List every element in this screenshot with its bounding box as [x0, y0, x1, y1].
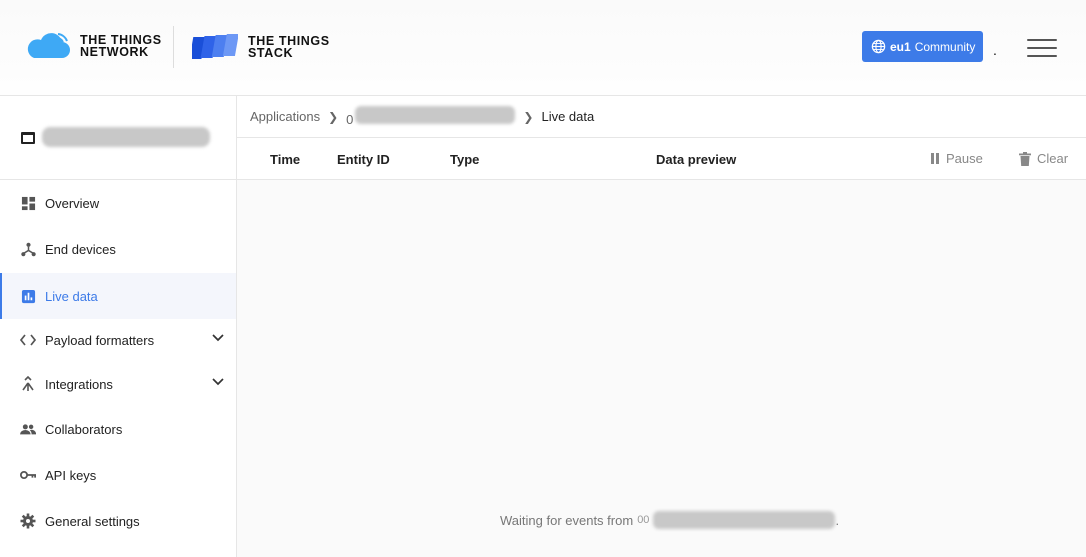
sidebar-item-integrations[interactable]: Integrations: [0, 361, 236, 407]
clear-button[interactable]: Clear: [1019, 151, 1068, 166]
cloud-icon: [27, 33, 70, 58]
sidebar-item-label: API keys: [45, 467, 97, 483]
header-dot: .: [993, 42, 997, 58]
breadcrumb-app-prefix: 0: [346, 112, 354, 127]
chevron-right-icon: ❯: [328, 109, 339, 124]
sidebar-item-general-settings[interactable]: General settings: [0, 498, 236, 544]
waiting-text: Waiting for events from: [500, 512, 634, 528]
clear-label: Clear: [1037, 151, 1069, 166]
merge-icon: [20, 376, 36, 392]
waiting-suffix: .: [835, 512, 840, 528]
sidebar-item-label: General settings: [45, 513, 140, 529]
code-icon: [20, 332, 36, 348]
breadcrumb-applications[interactable]: Applications: [250, 109, 320, 124]
breadcrumb-current: Live data: [541, 109, 595, 124]
sidebar-item-collaborators[interactable]: Collaborators: [0, 406, 236, 452]
stack-logo-line2: STACK: [248, 46, 294, 60]
main-content: Applications ❯ 0 ❯ Live data Time Entity…: [237, 96, 1086, 557]
ttn-logo-line2: NETWORK: [80, 45, 149, 59]
key-icon: [20, 467, 36, 483]
sidebar-item-payload-formatters[interactable]: Payload formatters: [0, 317, 236, 363]
pause-label: Pause: [946, 151, 983, 166]
redacted-app-id: [653, 511, 836, 529]
column-entity-id: Entity ID: [337, 152, 390, 167]
chevron-down-icon[interactable]: [212, 334, 224, 342]
sidebar-item-live-data[interactable]: Live data: [0, 273, 236, 319]
bar-chart-icon: [20, 288, 36, 304]
redacted-app-name: [42, 127, 210, 147]
logo-divider: [173, 26, 174, 68]
stack-logo[interactable]: THE THINGS STACK: [192, 33, 330, 61]
sidebar-item-label: Integrations: [45, 376, 113, 392]
application-window-icon: [21, 132, 35, 144]
pause-button[interactable]: Pause: [930, 151, 983, 166]
chevron-down-icon[interactable]: [212, 378, 224, 386]
breadcrumb: Applications ❯ 0 ❯ Live data: [237, 96, 1086, 138]
device-hub-icon: [20, 241, 36, 257]
column-type: Type: [450, 152, 480, 167]
top-header: THE THINGS NETWORK THE THINGS STACK eu1 …: [0, 0, 1086, 96]
ttn-logo[interactable]: THE THINGS NETWORK: [24, 32, 162, 60]
cluster-region: eu1: [890, 39, 911, 54]
empty-state-message: Waiting for events from 00 .: [500, 511, 839, 529]
sidebar-item-label: Payload formatters: [45, 332, 155, 348]
people-icon: [20, 421, 36, 437]
menu-icon[interactable]: [1027, 39, 1057, 57]
globe-icon: [871, 39, 886, 54]
stack-cards-icon: [192, 34, 238, 59]
events-table-header: Time Entity ID Type Data preview Pause C…: [237, 138, 1086, 180]
gear-icon: [20, 513, 36, 529]
sidebar: Overview End devices Live data Payload f…: [0, 96, 237, 557]
sidebar-item-label: End devices: [45, 241, 116, 257]
sidebar-item-overview[interactable]: Overview: [0, 180, 236, 226]
breadcrumb-app[interactable]: 0: [346, 106, 516, 127]
redacted-app-id: [355, 106, 516, 124]
sidebar-item-label: Overview: [45, 195, 100, 211]
waiting-id-prefix: 00: [637, 514, 650, 526]
column-time: Time: [270, 152, 301, 167]
column-data-preview: Data preview: [656, 152, 737, 167]
sidebar-item-label: Live data: [45, 288, 98, 304]
trash-icon: [1019, 151, 1031, 166]
sidebar-item-end-devices[interactable]: End devices: [0, 226, 236, 272]
pause-icon: [931, 153, 939, 164]
sidebar-item-label: Collaborators: [45, 421, 123, 437]
chevron-right-icon: ❯: [523, 109, 534, 124]
cluster-label: Community: [914, 39, 976, 54]
app-header: [0, 96, 236, 180]
sidebar-item-api-keys[interactable]: API keys: [0, 452, 236, 498]
cluster-selector-button[interactable]: eu1 Community: [862, 31, 983, 62]
dashboard-icon: [20, 195, 36, 211]
